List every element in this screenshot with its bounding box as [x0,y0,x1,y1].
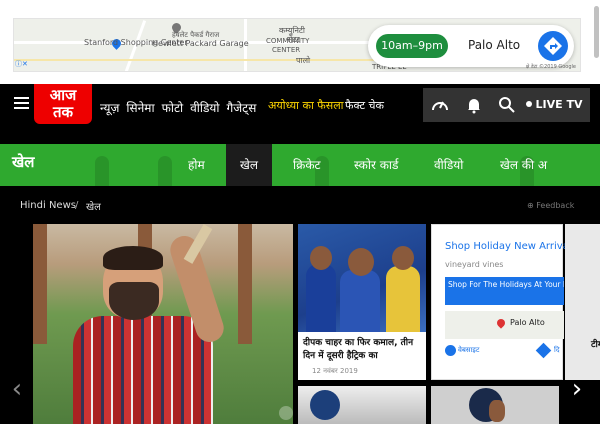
player-face [392,246,414,270]
hero-beard [109,282,159,320]
tab-more-sports[interactable]: खेल की अ [500,144,547,186]
carousel-prev-button[interactable]: ‹ [6,372,28,406]
notification-button[interactable] [457,88,491,122]
page: Stanford Shopping Center Hewlett Packard… [0,0,600,424]
player-figure [340,270,380,332]
player-face [489,400,505,422]
nav-item-ayodhya[interactable]: अयोध्या का फैसला [268,96,348,115]
map-ad-banner: Stanford Shopping Center Hewlett Packard… [0,0,600,84]
ad-body[interactable]: Shop For The Holidays At Your Local Stop… [445,277,564,305]
bg-silhouette [158,156,172,186]
store-card[interactable]: 10am–9pm Palo Alto [368,25,574,67]
map-label: हेवलेट पैकर्ड गैराज [172,31,220,39]
feedback-link[interactable]: ⊕ Feedback [527,201,574,210]
player-face [348,248,374,276]
player-figure [386,266,420,332]
map-label: पालो [296,56,311,65]
story-carousel: दीपक चाहर का फिर कमाल, तीन दिन में दूसरी… [0,222,600,424]
nav-item-photo[interactable]: फोटो [162,99,184,116]
feedback-label: Feedback [536,201,575,210]
map-label: Hewlett Packard Garage [152,39,249,48]
bcci-logo [310,390,340,420]
carousel-next-button[interactable]: › [566,372,588,406]
ad-title[interactable]: Shop Holiday New Arrivals [445,241,577,252]
map-copyright: क्षे डेटा ©2019 Google [525,64,576,70]
aajtak-logo[interactable]: आज तक [34,84,92,124]
ad-website-link[interactable]: वेबसाइट [458,346,479,355]
search-icon [499,97,515,113]
ad-directions-link[interactable]: दि [554,346,560,355]
live-tv-button[interactable]: LIVE TV [518,88,590,122]
story-title: दीपक चाहर का फिर कमाल, तीन दिन में दूसरी… [303,338,414,361]
section-bar: खेल होम खेल क्रिकेट स्कोर कार्ड वीडियो ख… [0,144,600,186]
scrollbar[interactable] [594,6,599,58]
map-ad[interactable]: Stanford Shopping Center Hewlett Packard… [13,18,581,72]
hero-image[interactable] [33,224,293,424]
story-card-bottom-right[interactable] [431,386,559,424]
live-dot-icon [525,101,532,107]
hours-badge: 10am–9pm [376,34,448,58]
globe-icon [445,345,456,356]
store-city: Palo Alto [468,38,521,52]
breadcrumb: Hindi News / खेल ⊕ Feedback [0,186,600,222]
hero-shirt [73,316,213,424]
player-face [310,246,332,270]
tab-home[interactable]: होम [188,144,205,186]
next-story-title: टीम [591,340,600,350]
story-card-next[interactable]: टीम [565,224,600,380]
live-tv-label: LIVE TV [535,98,583,111]
location-pin-icon [495,317,507,329]
speedometer-icon [432,101,448,111]
story-card[interactable]: दीपक चाहर का फिर कमाल, तीन दिन में दूसरी… [298,224,426,380]
ad-map-label: Palo Alto [510,318,545,327]
ad-map[interactable]: Palo Alto [445,311,564,339]
tab-sports[interactable]: खेल [226,144,272,186]
hero-hair [103,246,163,270]
breadcrumb-current: खेल [86,202,101,213]
play-icon[interactable] [279,406,293,420]
hero-fence [33,224,47,344]
nav-item-news[interactable]: न्यूज़ [100,99,119,116]
story-card-bottom[interactable] [298,386,426,424]
bg-silhouette [95,156,109,186]
breadcrumb-home[interactable]: Hindi News [20,200,76,211]
nav-item-video[interactable]: वीडियो [190,99,219,116]
map-label: COMMUNITY [266,37,310,45]
ad-subtitle: vineyard vines [445,260,504,269]
tab-video[interactable]: वीडियो [434,144,463,186]
hero-fence [238,224,252,344]
nav-item-fact-check[interactable]: फैक्ट चेक [345,96,395,115]
site-header: आज तक न्यूज़ सिनेमा फोटो वीडियो गैजेट्स … [0,84,600,144]
section-title: खेल [12,153,35,171]
main-nav: न्यूज़ सिनेमा फोटो वीडियो गैजेट्स [100,99,256,116]
ad-info-icon[interactable]: ⓘ✕ [15,59,28,69]
tab-cricket[interactable]: क्रिकेट [293,144,321,186]
audio-button[interactable] [423,88,457,122]
nav-item-gadgets[interactable]: गैजेट्स [227,99,257,116]
tab-scorecard[interactable]: स्कोर कार्ड [354,144,398,186]
story-date: 12 नवंबर 2019 [312,367,358,375]
story-image [298,224,426,332]
shopping-ad[interactable]: Shop Holiday New Arrivals vineyard vines… [431,224,577,380]
player-figure [306,264,336,332]
directions-button[interactable] [538,31,568,61]
map-label: CENTER [272,46,301,54]
nav-item-cinema[interactable]: सिनेमा [126,99,154,116]
directions-icon [544,37,562,55]
logo-line1: आज [49,86,77,104]
logo-line2: तक [52,103,74,121]
bell-icon [468,99,480,114]
directions-icon [535,342,552,359]
breadcrumb-separator: / [75,200,79,211]
menu-icon[interactable] [14,97,29,111]
